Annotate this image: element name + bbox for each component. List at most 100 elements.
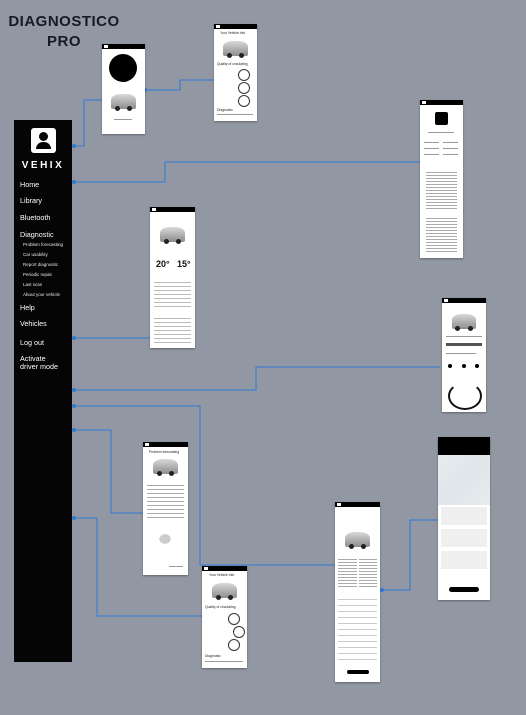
brand-logo: VEHIX — [21, 160, 65, 171]
status-dot-icon — [462, 364, 466, 368]
text-placeholder — [424, 154, 439, 155]
status-bar — [102, 44, 145, 49]
car-image — [211, 583, 238, 600]
connector-splash-vehicleinfo — [145, 79, 214, 91]
screen-heading: Problem forecasting — [149, 450, 180, 454]
screen-problem-forecasting: Problem forecasting — [143, 442, 188, 575]
profile-avatar-icon — [435, 112, 448, 125]
usability-gauge-icon — [448, 382, 482, 410]
connector-help-map — [74, 405, 335, 566]
temperature-right: 15° — [177, 259, 191, 269]
connector-usability-map — [380, 519, 438, 591]
status-dot-icon — [448, 364, 452, 368]
map-illustration — [152, 528, 178, 550]
screen-splash — [102, 44, 145, 134]
section-label: Diagnostic — [205, 654, 221, 658]
gauge-icon — [228, 639, 240, 651]
screen-dashboard: 20° 15° — [150, 207, 195, 348]
connector-diagnostic-carusability — [74, 366, 440, 391]
nav-diagnostic[interactable]: Diagnostic — [20, 230, 54, 239]
car-image — [451, 314, 477, 331]
action-button[interactable] — [449, 587, 479, 592]
car-image — [159, 227, 186, 244]
text-placeholder — [217, 114, 253, 115]
text-block — [147, 482, 184, 518]
text-placeholder — [446, 353, 476, 354]
nav-help[interactable]: Help — [20, 303, 35, 312]
connector-home-splash — [74, 99, 102, 147]
screen-map — [438, 437, 490, 600]
issue-list — [338, 594, 377, 664]
location-card[interactable] — [441, 507, 487, 525]
screen-profile — [420, 100, 463, 258]
screen-heading: Your Vehicle Info — [209, 573, 235, 577]
screen-diagnostic-report — [335, 502, 380, 682]
text-block — [426, 216, 457, 254]
nav-problem-forecasting[interactable]: Problem forecasting — [23, 242, 63, 248]
user-avatar-icon[interactable] — [31, 128, 56, 153]
location-card[interactable] — [441, 529, 487, 547]
connector-dot — [72, 388, 76, 392]
status-bar — [143, 442, 188, 447]
text-block — [338, 557, 357, 589]
text-placeholder — [443, 142, 458, 143]
car-image — [344, 532, 371, 549]
status-bar — [214, 24, 257, 29]
action-button[interactable] — [347, 670, 369, 674]
connector-dot — [72, 516, 76, 520]
location-card[interactable] — [441, 551, 487, 569]
text-block — [426, 170, 457, 210]
sidebar: VEHIX Home Library Bluetooth Diagnostic … — [14, 120, 72, 662]
car-image — [111, 94, 136, 111]
text-placeholder — [169, 566, 183, 567]
temperature-left: 20° — [156, 259, 170, 269]
map-view[interactable] — [438, 455, 490, 505]
car-image — [223, 41, 248, 58]
status-bar — [150, 207, 195, 212]
connector-dot — [72, 336, 76, 340]
connector-dot — [72, 180, 76, 184]
screen-car-usability — [442, 298, 486, 412]
text-placeholder — [443, 148, 458, 149]
gauge-icon — [228, 613, 240, 625]
screen-heading: Your Vehicle Info — [220, 31, 246, 35]
text-block — [359, 557, 377, 589]
data-table — [154, 279, 191, 309]
nav-library[interactable]: Library — [20, 196, 42, 205]
text-placeholder — [114, 119, 132, 120]
screen-vehicle-info-2: Your Vehicle Info Quality of circulating… — [202, 566, 247, 668]
nav-last-scan[interactable]: Last scan — [23, 282, 42, 288]
gauge-icon — [238, 95, 250, 107]
section-title: Quality of circulating — [205, 605, 236, 609]
splash-logo-icon — [109, 54, 137, 82]
nav-periodic-repair[interactable]: Periodic repair — [23, 272, 52, 278]
car-image — [152, 459, 179, 476]
nav-car-usability[interactable]: Car usability — [23, 252, 48, 258]
connector-library-profile — [74, 161, 420, 183]
connector-dot — [380, 588, 384, 592]
progress-bar — [446, 343, 482, 346]
status-bar — [202, 566, 247, 571]
nav-bluetooth[interactable]: Bluetooth — [20, 213, 50, 222]
nav-about-vehicle[interactable]: About your vehicle — [23, 292, 60, 298]
section-title: Quality of circulating — [217, 62, 248, 66]
text-placeholder — [205, 661, 243, 662]
nav-report-diagnostic[interactable]: Report diagnostic — [23, 262, 58, 268]
status-bar — [420, 100, 463, 105]
nav-home[interactable]: Home — [20, 180, 39, 189]
connector-dot — [72, 144, 76, 148]
map-header — [438, 437, 490, 455]
status-bar — [442, 298, 486, 303]
text-placeholder — [424, 142, 439, 143]
connector-dot — [72, 404, 76, 408]
nav-vehicles[interactable]: Vehicles — [20, 319, 47, 328]
gauge-icon — [238, 69, 250, 81]
status-dot-icon — [475, 364, 479, 368]
text-placeholder — [446, 336, 482, 337]
connector-dot — [72, 428, 76, 432]
text-placeholder — [424, 148, 439, 149]
nav-driver-mode[interactable]: driver mode — [20, 362, 58, 371]
data-table — [154, 315, 191, 343]
nav-logout[interactable]: Log out — [20, 338, 44, 347]
status-bar — [335, 502, 380, 507]
